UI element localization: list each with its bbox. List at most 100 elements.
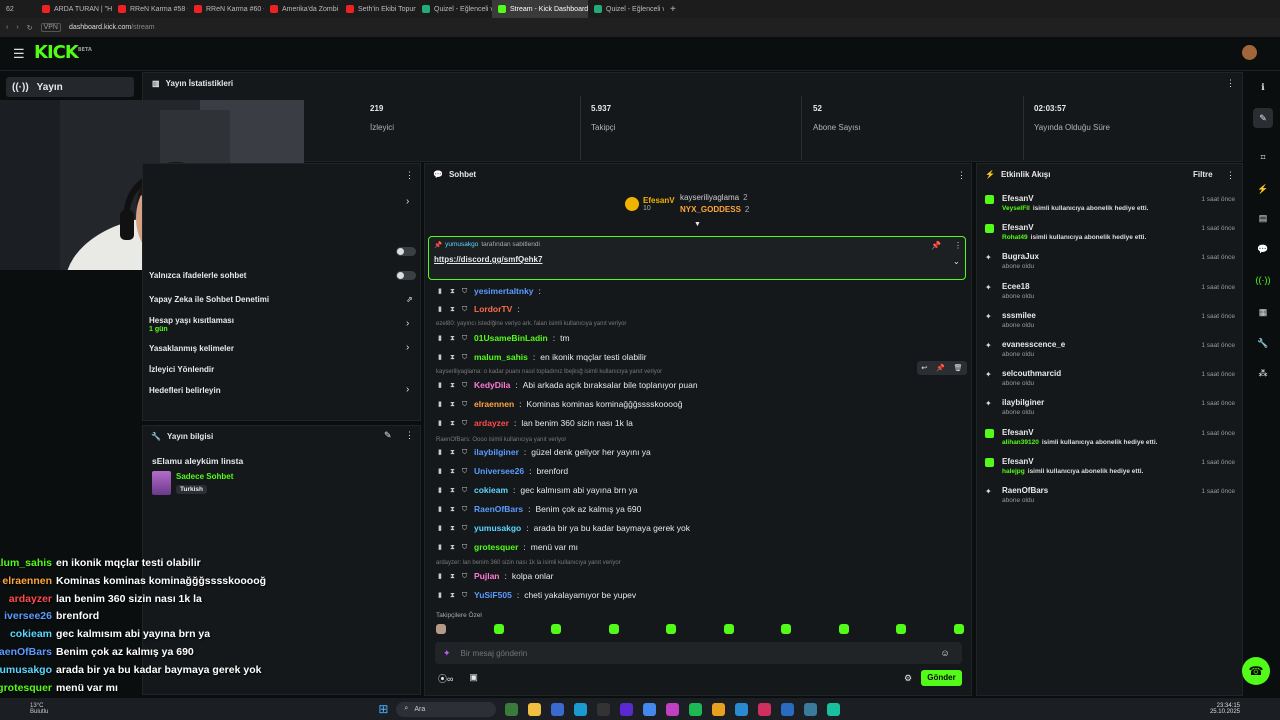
timeout-icon[interactable]: ⧗ bbox=[450, 544, 457, 551]
emote-icon[interactable] bbox=[666, 624, 677, 634]
chat-username[interactable]: grotesquer bbox=[474, 542, 518, 552]
chevron-down-icon[interactable]: ⌄ bbox=[953, 257, 960, 266]
timeout-icon[interactable]: ⧗ bbox=[450, 335, 457, 342]
forward-icon[interactable]: › bbox=[16, 24, 18, 31]
activity-item[interactable]: ✦ selcouthmarcid abone oldu 1 saat önce bbox=[985, 369, 1235, 397]
chat-message[interactable]: ▮ ⧗ ⛉ malum_sahis: en ikonik mqçlar testi ol… bbox=[438, 348, 647, 366]
chat-message[interactable]: ▮ ⧗ ⛉ yesimertaltnky: bbox=[438, 282, 546, 300]
emote-icon[interactable] bbox=[723, 624, 734, 634]
setting-banned-words[interactable]: Yasaklanmış kelimeler bbox=[149, 344, 234, 353]
chevron-right-icon[interactable]: › bbox=[406, 196, 409, 207]
trash-icon[interactable]: ▮ bbox=[438, 354, 445, 361]
taskbar-app-icon[interactable] bbox=[551, 702, 565, 716]
trash-icon[interactable]: ▮ bbox=[438, 420, 445, 427]
edit-pencil-icon[interactable]: ✎ bbox=[1253, 108, 1273, 128]
clock[interactable]: 23:34:15 25.10.2025 bbox=[1210, 703, 1240, 715]
activity-item[interactable]: ✦ ilaybilginer abone oldu 1 saat önce bbox=[985, 398, 1235, 426]
taskbar-app-icon[interactable] bbox=[735, 702, 749, 716]
chat-message[interactable]: ▮ ⧗ ⛉ grotesquer: menü var mı bbox=[438, 538, 578, 556]
browser-tab[interactable]: Amerika'da Zombi Mahal bbox=[264, 0, 340, 18]
crop-icon[interactable]: ⌗ bbox=[1253, 147, 1273, 167]
chat-username[interactable]: KedyDila bbox=[474, 380, 510, 390]
activity-item[interactable]: ✦ RaenOfBars abone oldu 1 saat önce bbox=[985, 486, 1235, 514]
document-icon[interactable]: ▤ bbox=[1253, 208, 1273, 228]
chevron-right-icon[interactable]: › bbox=[406, 384, 409, 395]
reload-icon[interactable]: ↻ bbox=[27, 24, 33, 32]
stream-info-menu-icon[interactable]: ⋮ bbox=[405, 430, 414, 441]
avatar[interactable] bbox=[1242, 45, 1257, 60]
toggle-emote-only[interactable] bbox=[396, 271, 416, 280]
pin-icon[interactable]: 📌 bbox=[936, 364, 945, 372]
taskbar-search[interactable]: ⌕ Ara bbox=[396, 701, 497, 717]
filter-button[interactable]: Filtre bbox=[1193, 170, 1213, 179]
taskbar-app-icon[interactable] bbox=[712, 702, 726, 716]
chat-username[interactable]: Universee26 bbox=[474, 466, 524, 476]
taskbar-app-icon[interactable] bbox=[781, 702, 795, 716]
weather-widget[interactable]: 13°C Bulutlu bbox=[30, 703, 48, 715]
lightning-icon[interactable]: ⚡ bbox=[1253, 179, 1273, 199]
chat-message[interactable]: ▮ ⧗ ⛉ cokieam: gec kalmısım abi yayına brn y… bbox=[438, 481, 638, 499]
menu-icon[interactable]: ☰ bbox=[13, 46, 25, 62]
taskbar-app-icon[interactable] bbox=[689, 702, 703, 716]
emote-icon[interactable] bbox=[608, 624, 619, 634]
kick-logo[interactable]: KICKBETA bbox=[34, 42, 92, 63]
trash-icon[interactable]: ▮ bbox=[438, 401, 445, 408]
chat-message[interactable]: ▮ ⧗ ⛉ yumusakgo: arada bir ya bu kadar bayma… bbox=[438, 519, 690, 537]
back-icon[interactable]: ‹ bbox=[6, 24, 8, 31]
browser-tab[interactable]: Quizel - Eğlenceli ve etk bbox=[588, 0, 664, 18]
taskbar-app-icon[interactable] bbox=[827, 702, 841, 716]
chevron-right-icon[interactable]: › bbox=[406, 318, 409, 329]
tab-counter[interactable]: 62 bbox=[0, 0, 36, 18]
emote-icon[interactable] bbox=[781, 624, 792, 634]
chat-message[interactable]: ▮ ⧗ ⛉ LordorTV: bbox=[438, 300, 525, 318]
gift-icon[interactable]: ▣ bbox=[469, 672, 478, 685]
chevron-right-icon[interactable]: › bbox=[406, 342, 409, 353]
edit-icon[interactable]: ✎ bbox=[384, 430, 392, 441]
support-button[interactable]: ☎ bbox=[1242, 657, 1270, 685]
taskbar-app-icon[interactable] bbox=[597, 702, 611, 716]
trash-icon[interactable]: ▮ bbox=[438, 487, 445, 494]
trash-icon[interactable]: ▮ bbox=[438, 506, 445, 513]
category-name[interactable]: Sadece Sohbet bbox=[176, 472, 233, 481]
timeout-icon[interactable]: ⧗ bbox=[450, 525, 457, 532]
trash-icon[interactable]: ▮ bbox=[438, 573, 445, 580]
emote-icon[interactable] bbox=[838, 624, 849, 634]
browser-tab[interactable]: RReN Karma #60 - YouT bbox=[188, 0, 264, 18]
stats-menu-icon[interactable]: ⋮ bbox=[1226, 78, 1235, 89]
trash-icon[interactable]: ▮ bbox=[438, 468, 445, 475]
setting-ai-moderation[interactable]: Yapay Zeka ile Sohbet Denetimi bbox=[149, 295, 269, 304]
settings-menu-icon[interactable]: ⋮ bbox=[405, 170, 414, 181]
taskbar-app-icon[interactable] bbox=[620, 702, 634, 716]
timeout-icon[interactable]: ⧗ bbox=[450, 592, 457, 599]
chat-username[interactable]: ardayzer bbox=[474, 418, 509, 428]
taskbar-app-icon[interactable] bbox=[666, 702, 680, 716]
timeout-icon[interactable]: ⧗ bbox=[450, 354, 457, 361]
emote-icon[interactable] bbox=[436, 624, 446, 634]
chat-username[interactable]: Pujlan bbox=[474, 571, 500, 581]
taskbar-app-icon[interactable] bbox=[528, 702, 542, 716]
pinned-menu-icon[interactable]: ⋮ bbox=[954, 241, 962, 250]
chat-message[interactable]: ▮ ⧗ ⛉ KedyDila: Abi arkada açık bıraksalar b… bbox=[438, 376, 698, 394]
timeout-icon[interactable]: ⧗ bbox=[450, 288, 457, 295]
emote-icon[interactable] bbox=[551, 624, 562, 634]
external-link-icon[interactable]: ⇗ bbox=[406, 295, 413, 304]
taskbar-app-icon[interactable] bbox=[804, 702, 818, 716]
timeout-icon[interactable]: ⧗ bbox=[450, 573, 457, 580]
timeout-icon[interactable]: ⧗ bbox=[450, 420, 457, 427]
taskbar-app-icon[interactable] bbox=[505, 702, 519, 716]
chat-message[interactable]: ▮ ⧗ ⛉ elraennen: Kominas kominas kominağğğss… bbox=[438, 395, 682, 413]
chat-username[interactable]: 01UsameBinLadin bbox=[474, 333, 548, 343]
chat-message[interactable]: ▮ ⧗ ⛉ RaenOfBars: Benim çok az kalmış ya 690 bbox=[438, 500, 641, 518]
trash-icon[interactable]: ▮ bbox=[438, 544, 445, 551]
browser-tab[interactable]: ARDA TURAN | "HESAP V bbox=[36, 0, 112, 18]
activity-item[interactable]: EfesanV alihan39120 isimli kullanıcıya abo… bbox=[985, 428, 1235, 456]
trash-icon[interactable]: ▮ bbox=[438, 288, 445, 295]
activity-item[interactable]: ✦ BugraJux abone oldu 1 saat önce bbox=[985, 252, 1235, 280]
chat-username[interactable]: RaenOfBars bbox=[474, 504, 523, 514]
vpn-badge[interactable]: VPN bbox=[40, 23, 61, 32]
new-tab-button[interactable]: + bbox=[664, 0, 682, 18]
timeout-icon[interactable]: ⧗ bbox=[450, 449, 457, 456]
wrench-icon[interactable]: 🔧 bbox=[1253, 333, 1273, 353]
timeout-icon[interactable]: ⧗ bbox=[450, 487, 457, 494]
address-bar[interactable]: ‹ › ↻ VPN dashboard.kick.com/stream bbox=[0, 18, 1280, 37]
